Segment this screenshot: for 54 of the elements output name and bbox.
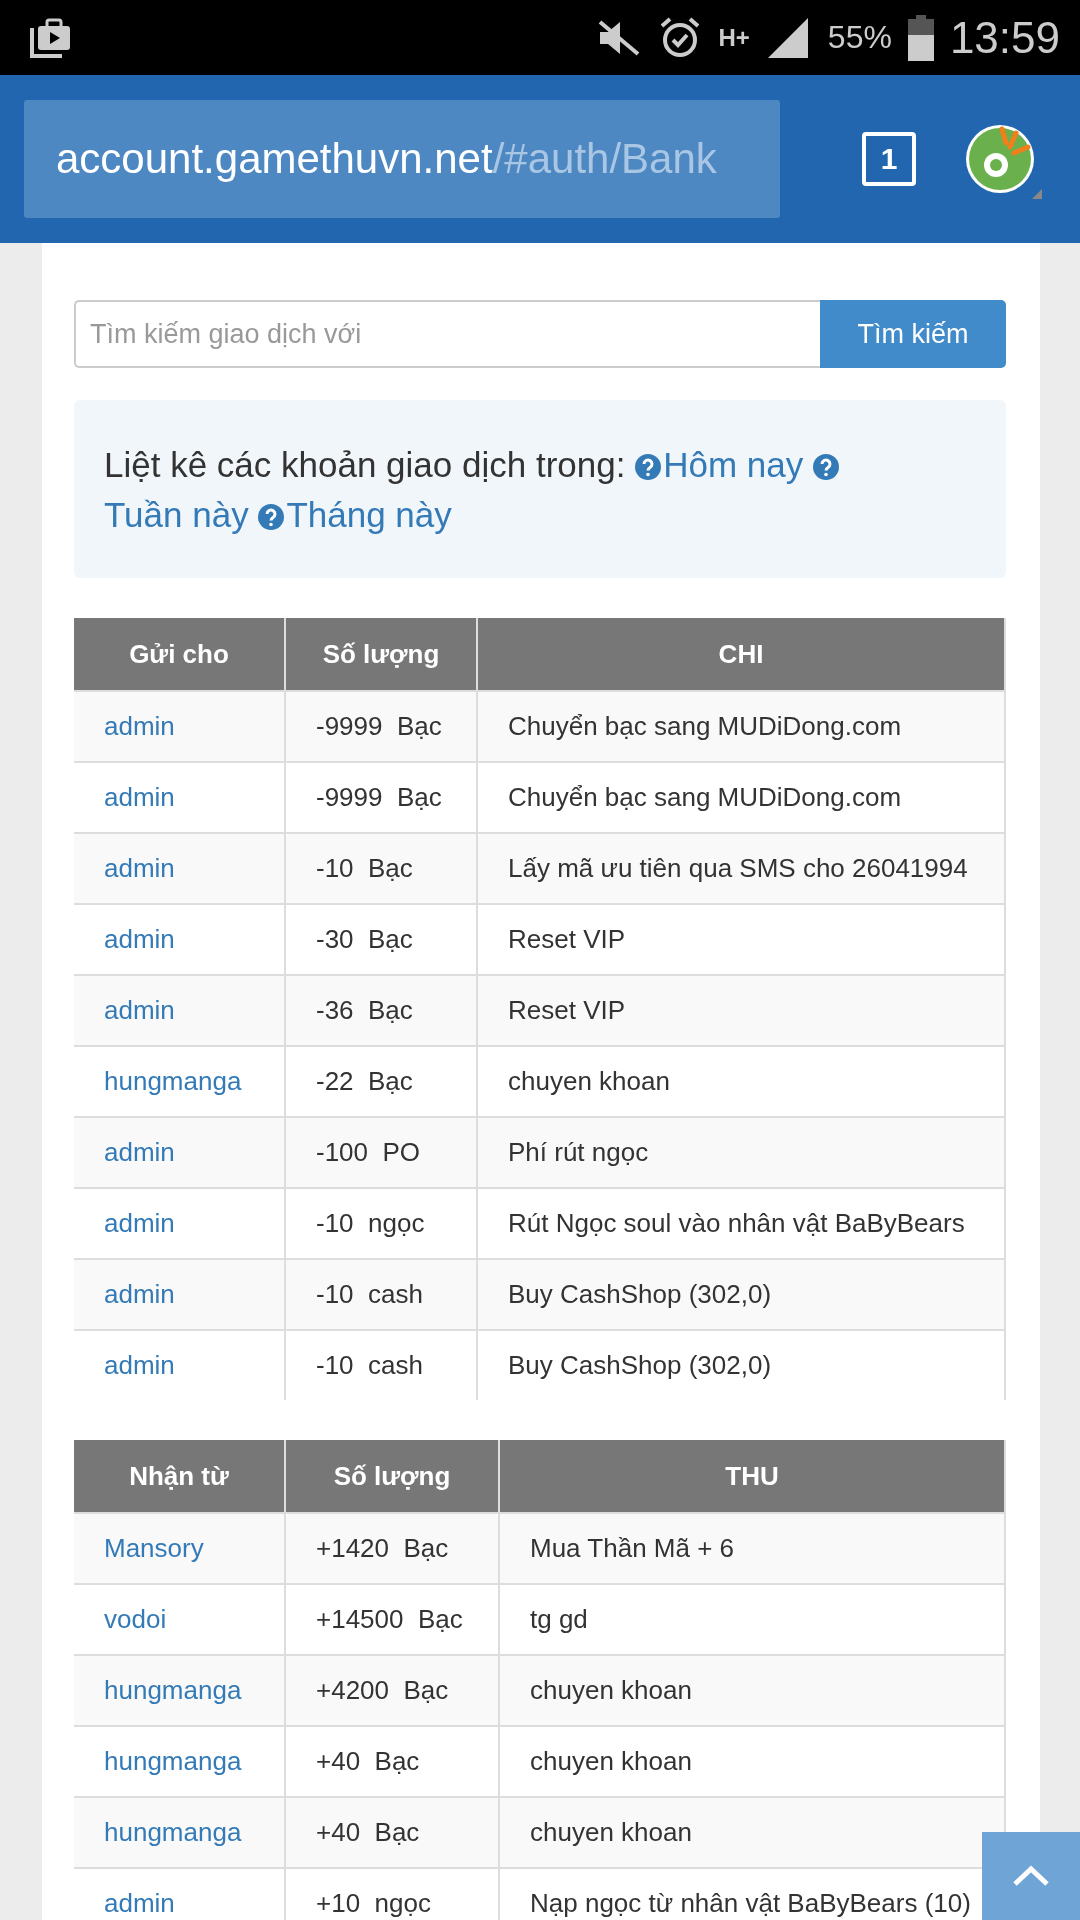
user-link[interactable]: admin xyxy=(104,782,175,812)
table-cell: chuyen khoan xyxy=(499,1797,1005,1868)
user-link[interactable]: admin xyxy=(104,1350,175,1380)
table-cell: +10 ngọc xyxy=(285,1868,499,1920)
table-cell: Chuyển bạc sang MUDiDong.com xyxy=(477,691,1005,762)
table-cell: Buy CashShop (302,0) xyxy=(477,1330,1005,1400)
user-link[interactable]: admin xyxy=(104,853,175,883)
table-cell: +40 Bạc xyxy=(285,1797,499,1868)
user-link[interactable]: admin xyxy=(104,1888,175,1918)
column-header: Số lượng xyxy=(285,1440,499,1513)
period-link[interactable]: Hôm nay xyxy=(663,445,804,484)
user-link[interactable]: admin xyxy=(104,1279,175,1309)
table-cell: Lấy mã ưu tiên qua SMS cho 26041994 xyxy=(477,833,1005,904)
user-link[interactable]: hungmanga xyxy=(104,1746,242,1776)
table-cell: -36 Bạc xyxy=(285,975,477,1046)
help-icon xyxy=(258,504,285,530)
chevron-up-icon xyxy=(1011,1864,1051,1888)
table-cell: -10 Bạc xyxy=(285,833,477,904)
table-cell: Mua Thần Mã + 6 xyxy=(499,1513,1005,1584)
period-link[interactable]: Tuần này xyxy=(104,495,249,534)
user-link[interactable]: vodoi xyxy=(104,1604,167,1634)
column-header: CHI xyxy=(477,618,1005,691)
table-cell: +1420 Bạc xyxy=(285,1513,499,1584)
table-cell: +4200 Bạc xyxy=(285,1655,499,1726)
help-icon xyxy=(635,454,662,480)
filter-label: Liệt kê các khoản giao dịch trong: xyxy=(104,445,626,484)
table-cell: -100 PO xyxy=(285,1117,477,1188)
user-link[interactable]: admin xyxy=(104,711,175,741)
column-header: Số lượng xyxy=(285,618,477,691)
column-header: Nhận từ xyxy=(74,1440,285,1513)
table-cell: Phí rút ngọc xyxy=(477,1117,1005,1188)
user-link[interactable]: hungmanga xyxy=(104,1066,242,1096)
battery-percent: 55% xyxy=(827,19,892,56)
column-header: Gửi cho xyxy=(74,618,285,691)
user-link[interactable]: admin xyxy=(104,995,175,1025)
table-cell: -9999 Bạc xyxy=(285,691,477,762)
address-field[interactable]: account.gamethuvn.net/#auth/Bank xyxy=(24,100,780,218)
network-type: H+ xyxy=(718,23,750,52)
search-button[interactable]: Tìm kiếm xyxy=(820,300,1006,368)
table-cell: chuyen khoan xyxy=(499,1655,1005,1726)
table-cell: Buy CashShop (302,0) xyxy=(477,1259,1005,1330)
column-header: THU xyxy=(499,1440,1005,1513)
period-link[interactable]: Tháng này xyxy=(286,495,452,534)
battery-icon xyxy=(907,14,934,61)
search-field[interactable]: Tìm kiếm giao dịch với xyxy=(74,300,820,368)
user-link[interactable]: admin xyxy=(104,1208,175,1238)
tab-count-button[interactable]: 1 xyxy=(862,132,916,186)
clock: 13:59 xyxy=(949,12,1060,63)
user-link[interactable]: admin xyxy=(104,1137,175,1167)
table-cell: -10 cash xyxy=(285,1259,477,1330)
help-icon xyxy=(813,454,839,480)
table-cell: -10 cash xyxy=(285,1330,477,1400)
table-cell: Reset VIP xyxy=(477,975,1005,1046)
user-link[interactable]: admin xyxy=(104,924,175,954)
